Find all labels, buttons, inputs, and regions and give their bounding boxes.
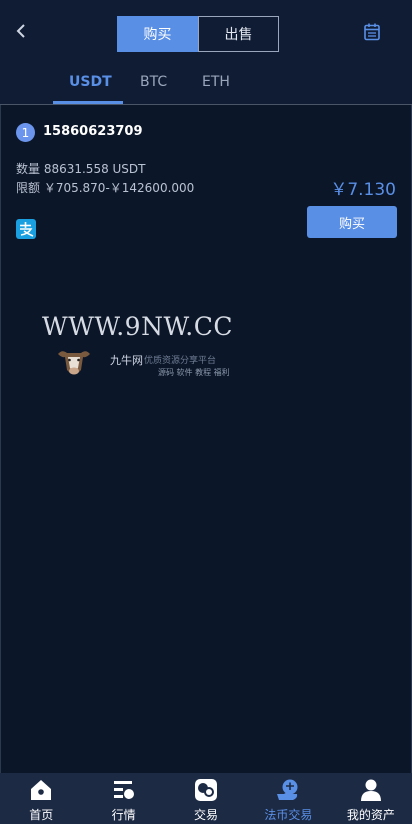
offer-limit: 限额 ￥705.870-￥142600.000 — [16, 181, 195, 195]
nav-fiat-trade[interactable]: 法币交易 — [247, 773, 329, 824]
buy-button[interactable]: 购买 — [307, 206, 397, 238]
watermark-url: WWW.9NW.CC — [42, 312, 233, 341]
nav-market[interactable]: 行情 — [82, 773, 164, 824]
coin-tabs: USDT BTC ETH — [0, 62, 412, 105]
bottom-nav: 首页 行情 交易 法币交易 我的资产 — [0, 773, 412, 824]
watermark-name: 九牛网 — [110, 354, 143, 367]
rank-badge: 1 — [16, 123, 35, 142]
watermark-tags: 源码 软件 教程 福利 — [158, 368, 230, 377]
chevron-left-icon[interactable] — [12, 20, 32, 42]
segment-buy[interactable]: 购买 — [117, 16, 198, 52]
market-icon — [113, 781, 134, 799]
seller-username: 15860623709 — [43, 124, 143, 139]
nav-my-assets-label: 我的资产 — [346, 808, 395, 822]
alipay-icon — [16, 219, 36, 239]
tab-eth[interactable]: ETH — [202, 74, 230, 90]
tab-btc[interactable]: BTC — [140, 74, 167, 90]
fiat-trade-icon — [277, 779, 298, 800]
buy-sell-toggle: 购买 出售 — [117, 16, 279, 52]
active-tab-indicator — [53, 101, 123, 104]
nav-fiat-trade-label: 法币交易 — [264, 808, 313, 822]
nav-market-label: 行情 — [111, 808, 136, 822]
nav-my-assets[interactable]: 我的资产 — [330, 773, 412, 824]
cow-logo-icon — [58, 351, 90, 375]
segment-sell[interactable]: 出售 — [198, 16, 279, 52]
nav-trade-label: 交易 — [194, 808, 219, 822]
tab-usdt[interactable]: USDT — [69, 74, 112, 90]
watermark-slogan: 优质资源分享平台 — [144, 356, 217, 366]
watermark: WWW.9NW.CC 九牛网 优质资源分享平台 源码 软件 教程 福利 — [42, 312, 262, 382]
trade-icon — [195, 779, 218, 801]
nav-home[interactable]: 首页 — [0, 773, 82, 824]
home-icon — [31, 780, 52, 800]
calendar-icon[interactable] — [362, 22, 382, 42]
offer-quantity: 数量 88631.558 USDT — [16, 162, 146, 176]
offer-price: ￥7.130 — [330, 180, 396, 200]
top-header: 购买 出售 — [0, 0, 412, 62]
nav-trade[interactable]: 交易 — [165, 773, 247, 824]
nav-home-label: 首页 — [29, 808, 54, 822]
user-icon — [360, 779, 381, 801]
